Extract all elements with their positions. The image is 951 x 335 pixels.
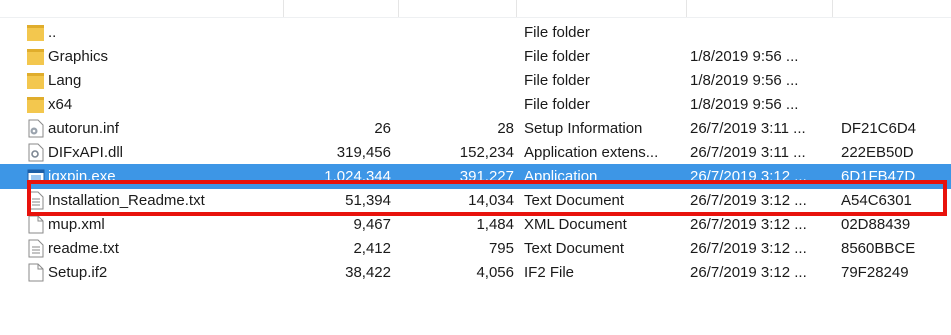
- exe-file-icon: [27, 167, 45, 186]
- file-name: ..: [48, 24, 57, 41]
- folder-icon: [27, 71, 45, 90]
- file-type: Setup Information: [524, 120, 643, 137]
- modified-date: 26/7/2019 3:12 ...: [690, 168, 807, 185]
- file-name: mup.xml: [48, 216, 105, 233]
- file-size: 1,024,344: [324, 168, 391, 185]
- file-name: Setup.if2: [48, 264, 108, 281]
- modified-date: 1/8/2019 9:56 ...: [690, 96, 799, 113]
- modified-date: 26/7/2019 3:12 ...: [690, 240, 807, 257]
- crc-value: 79F28249: [841, 264, 909, 281]
- file-type: Application extens...: [524, 144, 659, 161]
- file-name: readme.txt: [48, 240, 119, 257]
- column-divider[interactable]: [686, 0, 687, 17]
- packed-size: [400, 92, 514, 117]
- packed-size: 391,227: [459, 168, 514, 185]
- column-divider[interactable]: [398, 0, 399, 17]
- crc-value: A54C6301: [841, 192, 912, 209]
- packed-size: 1,484: [476, 216, 514, 233]
- file-row[interactable]: readme.txt 2,412 795 Text Document 26/7/2019…: [0, 236, 951, 261]
- file-type: File folder: [524, 72, 590, 89]
- file-name: x64: [48, 96, 73, 113]
- file-size: 319,456: [336, 144, 391, 161]
- blank-file-icon: [27, 263, 45, 282]
- file-row[interactable]: DIFxAPI.dll 319,456 152,234 Application ext…: [0, 140, 951, 165]
- modified-date: 26/7/2019 3:12 ...: [690, 216, 807, 233]
- file-size: 9,467: [353, 216, 391, 233]
- file-type: File folder: [524, 96, 590, 113]
- file-row[interactable]: igxpin.exe 1,024,344 391,227 Application 26/…: [0, 164, 951, 189]
- packed-size: 14,034: [468, 192, 514, 209]
- modified-date: 26/7/2019 3:11 ...: [690, 144, 806, 161]
- file-type: File folder: [524, 24, 590, 41]
- column-divider[interactable]: [283, 0, 284, 17]
- file-size: 38,422: [345, 264, 391, 281]
- file-row[interactable]: Setup.if2 38,422 4,056 IF2 File 26/7/2019 3:…: [0, 260, 951, 285]
- file-type: File folder: [524, 48, 590, 65]
- file-size: [285, 68, 391, 93]
- crc-value: 222EB50D: [841, 144, 914, 161]
- crc-value: [841, 20, 946, 45]
- packed-size: [400, 68, 514, 93]
- modified-date: 26/7/2019 3:11 ...: [690, 120, 806, 137]
- file-size: 2,412: [353, 240, 391, 257]
- packed-size: [400, 44, 514, 69]
- blank-file-icon: [27, 215, 45, 234]
- file-type: Text Document: [524, 240, 625, 257]
- file-name: Graphics: [48, 48, 109, 65]
- modified-date: 26/7/2019 3:12 ...: [690, 264, 807, 281]
- modified-date: 1/8/2019 9:56 ...: [690, 72, 799, 89]
- file-row[interactable]: mup.xml 9,467 1,484 XML Document 26/7/2019 3…: [0, 212, 951, 237]
- text-file-icon: [27, 239, 45, 258]
- file-name: Installation_Readme.txt: [48, 192, 205, 209]
- packed-size: 28: [497, 120, 514, 137]
- folder-icon: [27, 47, 45, 66]
- packed-size: 795: [488, 240, 514, 257]
- file-name: igxpin.exe: [48, 168, 116, 185]
- column-header-bar: [0, 0, 951, 18]
- packed-size: 152,234: [459, 144, 514, 161]
- file-size: 51,394: [345, 192, 391, 209]
- file-type: Application: [524, 168, 598, 185]
- modified-date: [690, 20, 828, 45]
- file-type: IF2 File: [524, 264, 575, 281]
- folder-icon: [27, 95, 45, 114]
- crc-value: 8560BBCE: [841, 240, 916, 257]
- file-name: autorun.inf: [48, 120, 119, 137]
- crc-value: 6D1FB47D: [841, 168, 916, 185]
- crc-value: 02D88439: [841, 216, 911, 233]
- file-row[interactable]: Graphics File folder 1/8/2019 9:56 ...: [0, 44, 951, 69]
- crc-value: [841, 44, 946, 69]
- modified-date: 26/7/2019 3:12 ...: [690, 192, 807, 209]
- file-size: [285, 92, 391, 117]
- file-name: Lang: [48, 72, 82, 89]
- file-row[interactable]: autorun.inf 26 28 Setup Information 26/7/201…: [0, 116, 951, 141]
- file-row[interactable]: .. File folder: [0, 20, 951, 45]
- text-file-icon: [27, 191, 45, 210]
- dll-file-icon: [27, 143, 45, 162]
- packed-size: [400, 20, 514, 45]
- file-size: 26: [374, 120, 391, 137]
- file-size: [285, 44, 391, 69]
- crc-value: [841, 92, 946, 117]
- crc-value: [841, 68, 946, 93]
- packed-size: 4,056: [476, 264, 514, 281]
- file-row[interactable]: Installation_Readme.txt 51,394 14,034 Text …: [0, 188, 951, 213]
- folder-icon: [27, 23, 45, 42]
- file-list-view: .. File folder Graphics File folder 1/8/2019…: [0, 0, 951, 335]
- file-row[interactable]: Lang File folder 1/8/2019 9:56 ...: [0, 68, 951, 93]
- file-size: [285, 20, 391, 45]
- file-name: DIFxAPI.dll: [48, 144, 124, 161]
- column-divider[interactable]: [516, 0, 517, 17]
- file-row[interactable]: x64 File folder 1/8/2019 9:56 ...: [0, 92, 951, 117]
- file-type: XML Document: [524, 216, 627, 233]
- settings-file-icon: [27, 119, 45, 138]
- crc-value: DF21C6D4: [841, 120, 917, 137]
- modified-date: 1/8/2019 9:56 ...: [690, 48, 799, 65]
- column-divider[interactable]: [832, 0, 833, 17]
- file-type: Text Document: [524, 192, 625, 209]
